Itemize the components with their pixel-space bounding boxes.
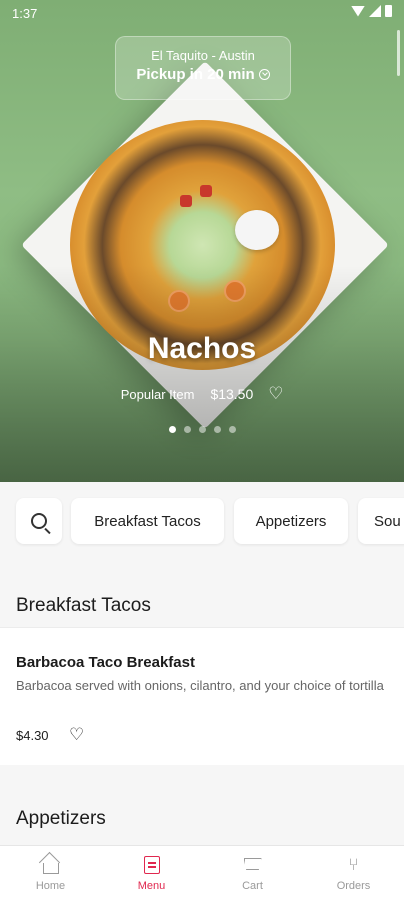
pickup-time-label: Pickup in 20 min: [136, 66, 255, 83]
carousel-dot[interactable]: [168, 426, 176, 433]
location-label: El Taquito - Austin: [151, 48, 255, 63]
nav-orders[interactable]: ⑂ Orders: [303, 846, 404, 900]
nav-label: Home: [35, 880, 66, 892]
bottom-navigation: Home Menu Cart ⑂ Orders: [0, 845, 404, 900]
scroll-indicator: [397, 30, 400, 76]
carousel-dot[interactable]: [213, 426, 221, 433]
pickup-selector[interactable]: El Taquito - Austin Pickup in 20 min: [115, 36, 291, 100]
search-icon: [31, 513, 47, 529]
carousel-dots: [0, 426, 404, 433]
category-chip[interactable]: Sou: [358, 498, 404, 544]
nav-cart[interactable]: Cart: [202, 846, 303, 900]
section-header: Appetizers: [0, 766, 404, 844]
search-button[interactable]: [16, 498, 62, 544]
nav-home[interactable]: Home: [0, 846, 101, 900]
carousel-dot[interactable]: [198, 426, 206, 433]
nav-menu[interactable]: Menu: [101, 846, 202, 900]
status-time: 1:37: [12, 6, 38, 21]
item-description: Barbacoa served with onions, cilantro, a…: [16, 678, 384, 693]
menu-icon: [143, 856, 160, 874]
category-bar: Breakfast Tacos Appetizers Sou: [0, 482, 404, 564]
section-header: Breakfast Tacos: [0, 565, 404, 627]
home-icon: [42, 863, 59, 874]
status-bar: 1:37: [0, 0, 404, 26]
carousel-dot[interactable]: [183, 426, 191, 433]
item-price: $4.30: [16, 728, 49, 743]
popular-label: Popular Item: [120, 386, 195, 402]
section-title: Appetizers: [16, 808, 106, 829]
category-chip[interactable]: Breakfast Tacos: [71, 498, 224, 544]
battery-icon: [385, 5, 392, 17]
favorite-heart-icon[interactable]: [69, 725, 84, 745]
nav-label: Cart: [242, 880, 263, 892]
chevron-down-icon: [258, 69, 270, 80]
section-title: Breakfast Tacos: [16, 595, 151, 616]
hero-price: $13.50: [210, 386, 254, 402]
favorite-heart-icon[interactable]: [268, 384, 283, 404]
carousel-dot[interactable]: [228, 426, 236, 433]
nav-label: Orders: [336, 880, 371, 892]
signal-icon: [369, 5, 381, 17]
category-chip[interactable]: Appetizers: [234, 498, 348, 544]
utensils-icon: ⑂: [348, 855, 359, 874]
cart-icon: [243, 858, 262, 870]
nav-label: Menu: [137, 880, 166, 892]
wifi-icon: [351, 5, 365, 17]
hero-banner[interactable]: 1:37 El Taquito - Austin Pickup in 20 mi…: [0, 0, 404, 482]
menu-item-card[interactable]: Barbacoa Taco Breakfast Barbacoa served …: [0, 627, 404, 765]
item-name: Barbacoa Taco Breakfast: [16, 654, 195, 671]
hero-item-title: Nachos: [147, 332, 257, 365]
